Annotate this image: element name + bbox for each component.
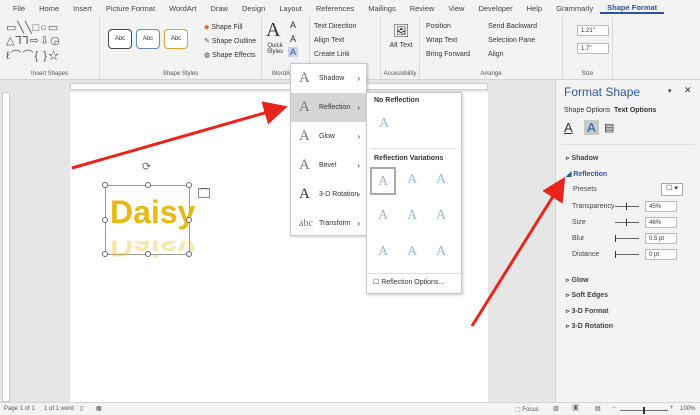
- zoom-out-button[interactable]: −: [612, 405, 616, 411]
- word-count[interactable]: 1 of 1 word: [44, 406, 74, 412]
- red-arrow: [71, 101, 288, 170]
- page-count[interactable]: Page 1 of 1: [4, 406, 35, 412]
- proofing-icon[interactable]: ▯: [80, 405, 83, 412]
- status-bar: Page 1 of 1 1 of 1 word ▯ ▦ ⬚ Focus ▥ ▮ …: [0, 402, 700, 415]
- zoom-slider[interactable]: [620, 407, 668, 414]
- web-layout-icon[interactable]: ▤: [595, 405, 601, 412]
- read-mode-icon[interactable]: ▥: [553, 405, 559, 412]
- focus-button[interactable]: ⬚ Focus: [515, 406, 539, 413]
- red-arrow: [470, 176, 566, 327]
- annotation-arrows: [71, 101, 566, 327]
- print-layout-icon[interactable]: ▮: [572, 404, 580, 411]
- zoom-in-button[interactable]: +: [670, 405, 674, 411]
- zoom-level[interactable]: 100%: [680, 406, 695, 412]
- macro-icon[interactable]: ▦: [96, 405, 102, 412]
